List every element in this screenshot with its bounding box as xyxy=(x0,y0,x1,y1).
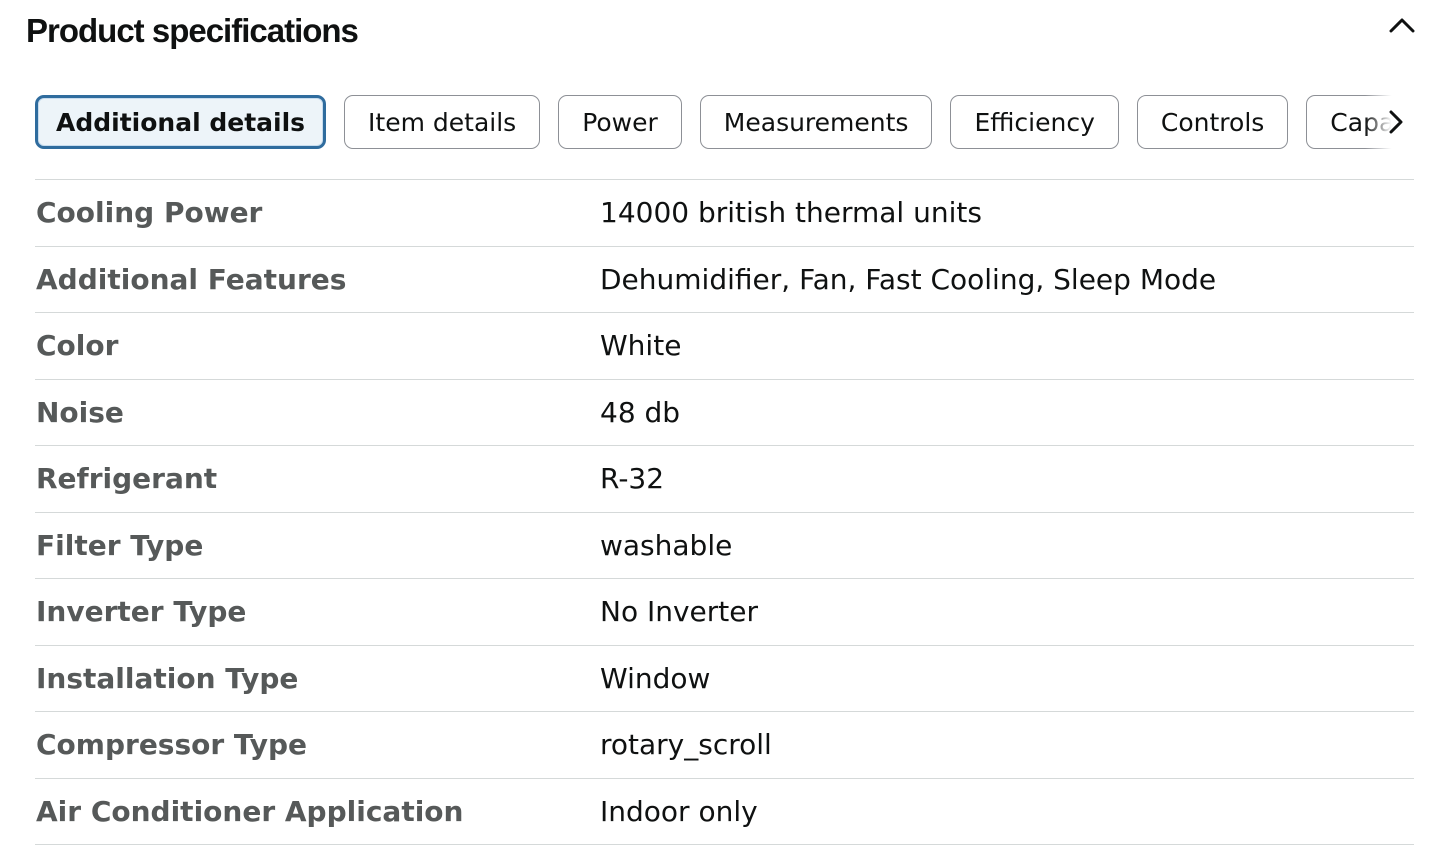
section-header: Product specifications xyxy=(26,8,1420,56)
tab-controls[interactable]: Controls xyxy=(1136,95,1289,149)
spec-label: Color xyxy=(36,329,119,363)
section-title: Product specifications xyxy=(26,12,359,49)
spec-row: Refrigerant R-32 xyxy=(35,446,1414,513)
spec-table: Cooling Power 14000 british thermal units… xyxy=(35,179,1414,845)
spec-value: R-32 xyxy=(600,462,665,496)
spec-row: Color White xyxy=(35,313,1414,380)
spec-value: Indoor only xyxy=(600,794,758,828)
spec-value: washable xyxy=(600,528,733,562)
spec-value: rotary_scroll xyxy=(600,728,772,762)
spec-value: No Inverter xyxy=(600,595,759,629)
spec-row: Air Conditioner Application Indoor only xyxy=(35,779,1414,845)
spec-label: Cooling Power xyxy=(36,196,263,230)
tabs-scroll-next-button[interactable] xyxy=(1381,107,1411,137)
spec-value: Window xyxy=(600,661,711,695)
spec-label: Filter Type xyxy=(36,528,204,562)
chevron-right-icon xyxy=(1389,110,1403,134)
collapse-button[interactable] xyxy=(1384,8,1420,44)
spec-row: Installation Type Window xyxy=(35,646,1414,712)
spec-tabs: Additional details Item details Power Measu… xyxy=(35,93,1413,151)
tab-list: Additional details Item details Power Measu… xyxy=(35,93,1413,151)
spec-row: Cooling Power 14000 british thermal units xyxy=(35,180,1414,247)
spec-label: Additional Features xyxy=(36,262,347,296)
tab-item-details[interactable]: Item details xyxy=(344,95,541,149)
spec-value: 48 db xyxy=(600,395,681,429)
spec-label: Compressor Type xyxy=(36,728,307,762)
spec-label: Noise xyxy=(36,395,124,429)
spec-label: Installation Type xyxy=(36,661,299,695)
spec-row: Inverter Type No Inverter xyxy=(35,579,1414,646)
spec-label: Air Conditioner Application xyxy=(36,794,464,828)
spec-row: Noise 48 db xyxy=(35,380,1414,446)
product-specifications-page: Product specifications Additional detail… xyxy=(0,0,1440,858)
spec-value: Dehumidifier, Fan, Fast Cooling, Sleep M… xyxy=(600,262,1217,296)
spec-label: Refrigerant xyxy=(36,462,218,496)
spec-value: White xyxy=(600,329,682,363)
spec-value: 14000 british thermal units xyxy=(600,196,982,230)
spec-row: Compressor Type rotary_scroll xyxy=(35,712,1414,779)
spec-row: Filter Type washable xyxy=(35,513,1414,579)
spec-row: Additional Features Dehumidifier, Fan, Fa… xyxy=(35,247,1414,313)
tab-measurements[interactable]: Measurements xyxy=(699,95,933,149)
spec-label: Inverter Type xyxy=(36,595,247,629)
tab-efficiency[interactable]: Efficiency xyxy=(950,95,1119,149)
tab-power[interactable]: Power xyxy=(558,95,682,149)
tab-additional-details[interactable]: Additional details xyxy=(35,95,327,149)
chevron-up-icon xyxy=(1389,18,1415,33)
